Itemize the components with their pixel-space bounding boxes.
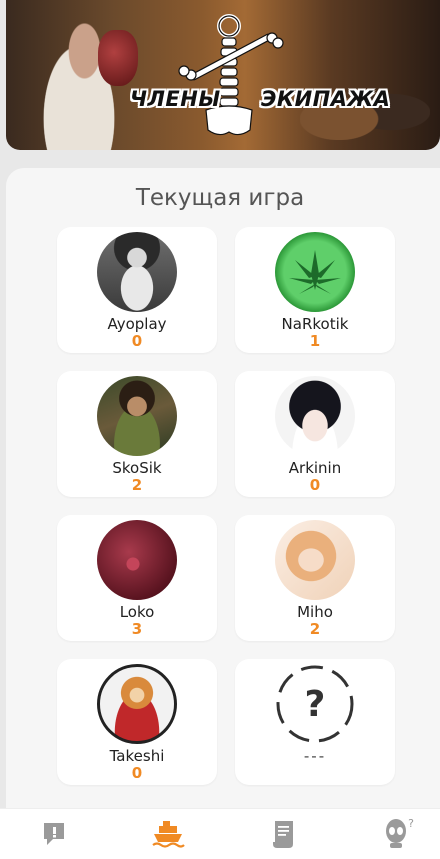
red-figure-avatar [97, 520, 177, 600]
player-score: 0 [131, 332, 143, 350]
player-card[interactable]: Takeshi 0 [57, 659, 217, 785]
player-name: NaRkotik [281, 315, 349, 333]
shiba-samurai-avatar [97, 664, 177, 744]
player-card[interactable]: Ayoplay 0 [57, 227, 217, 353]
leaf-icon [289, 250, 341, 294]
player-name: Miho [297, 603, 333, 621]
logo-text-right: ЭКИПАЖА [261, 87, 391, 111]
nav-help[interactable]: ? [378, 815, 418, 853]
svg-text:?: ? [305, 684, 326, 725]
question-mark-icon: ? [276, 665, 354, 743]
player-name: SkoSik [112, 459, 162, 477]
player-name: Ayoplay [107, 315, 167, 333]
question-mark-placeholder: ? [275, 664, 355, 744]
player-name: Arkinin [288, 459, 342, 477]
anime-angel-avatar [275, 520, 355, 600]
crew-logo: ЧЛЕНЫ ЭКИПАЖА [126, 12, 390, 142]
empty-player-slot[interactable]: ? --- [235, 659, 395, 785]
player-card[interactable]: Loko 3 [57, 515, 217, 641]
green-leaf-avatar [275, 232, 355, 312]
player-name: Loko [119, 603, 155, 621]
bottom-nav: ? [0, 808, 440, 859]
player-score: 1 [309, 332, 321, 350]
player-score: 3 [131, 620, 143, 638]
ship-icon [152, 821, 185, 848]
logo-text-left: ЧЛЕНЫ [130, 87, 221, 111]
player-score: 2 [131, 476, 143, 494]
bearded-man-avatar [97, 232, 177, 312]
player-name: --- [303, 747, 327, 765]
spine-bone-icon [178, 14, 284, 136]
chat-icon [44, 823, 64, 845]
nav-ship[interactable] [148, 815, 188, 853]
player-card[interactable]: NaRkotik 1 [235, 227, 395, 353]
alien-help-icon: ? [386, 817, 414, 848]
scroll-icon [273, 821, 293, 848]
player-card[interactable]: SkoSik 2 [57, 371, 217, 497]
player-score: 0 [309, 476, 321, 494]
player-card[interactable]: Miho 2 [235, 515, 395, 641]
player-score: 0 [131, 764, 143, 782]
page-title: Текущая игра [135, 185, 305, 211]
player-score: 2 [309, 620, 321, 638]
fantasy-warrior-avatar [97, 376, 177, 456]
header-banner: ЧЛЕНЫ ЭКИПАЖА [6, 0, 440, 150]
nav-scroll[interactable] [264, 815, 304, 853]
player-name: Takeshi [109, 747, 165, 765]
svg-text:?: ? [408, 817, 414, 830]
nav-chat[interactable] [34, 815, 74, 853]
player-card[interactable]: Arkinin 0 [235, 371, 395, 497]
anime-boy-avatar [275, 376, 355, 456]
